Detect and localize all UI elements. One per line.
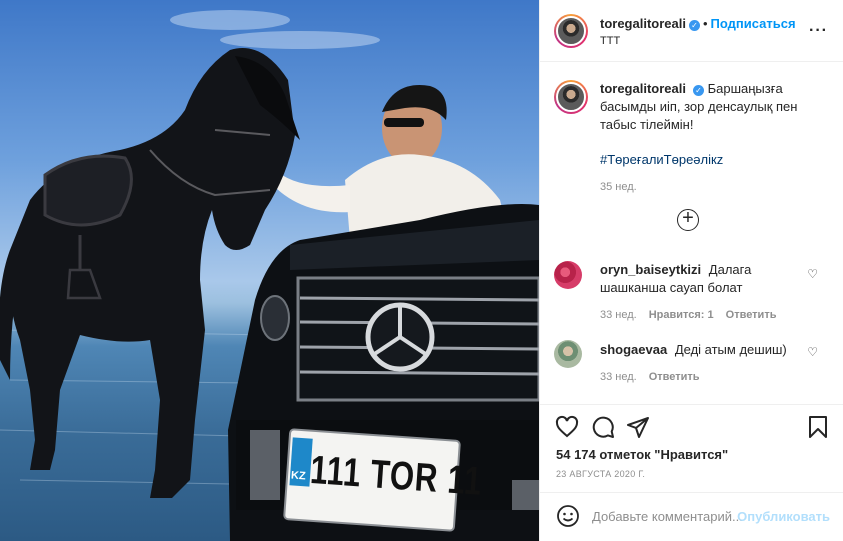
heart-icon[interactable]: [555, 415, 579, 439]
caption-username[interactable]: toregalitoreali: [600, 81, 686, 96]
caption-hashtag[interactable]: #ТөреғалиТөреәлікz: [600, 152, 820, 167]
verified-icon: ✓: [692, 85, 704, 96]
author-username[interactable]: toregalitoreali: [600, 16, 686, 31]
bookmark-icon[interactable]: [806, 415, 830, 439]
caption: toregalitoreali ✓ Баршаңызға басымды иіп,…: [600, 80, 820, 193]
post-actions: 54 174 отметок "Нравится" 23 АВГУСТА 202…: [540, 404, 843, 496]
comment-avatar[interactable]: [554, 261, 582, 289]
author-line: toregalitoreali ✓ • Подписаться: [600, 15, 796, 33]
separator-dot: •: [702, 16, 708, 31]
caption-time[interactable]: 35 нед.: [600, 181, 820, 193]
post-header: toregalitoreali ✓ • Подписаться TTT ···: [540, 0, 843, 62]
comment-likes[interactable]: Нравится: 1: [649, 309, 714, 321]
add-comment-bar: Добавьте комментарий... Опубликовать: [540, 492, 843, 541]
share-icon[interactable]: [626, 415, 650, 439]
comment-username[interactable]: shogaevaa: [600, 342, 667, 357]
comment-icon[interactable]: [591, 415, 615, 439]
emoji-icon[interactable]: [556, 504, 580, 528]
comment-time[interactable]: 33 нед.: [600, 371, 637, 383]
publish-button[interactable]: Опубликовать: [737, 509, 830, 524]
comment-avatar[interactable]: [554, 340, 582, 368]
comment-meta: 33 нед. Ответить: [600, 371, 800, 383]
verified-icon: ✓: [688, 20, 700, 31]
comment-text: Деді атым дешиш): [674, 342, 787, 357]
post-photo[interactable]: 111 TOR 11 KZ: [0, 0, 539, 541]
license-plate-region: KZ: [290, 469, 307, 483]
comments-section: toregalitoreali ✓ Баршаңызға басымды иіп,…: [540, 62, 843, 404]
comment-username[interactable]: oryn_baiseytkizi: [600, 262, 701, 277]
comment-item: shogaevaa Деді атым дешиш) 33 нед. Ответи…: [600, 341, 800, 383]
post-sidebar: toregalitoreali ✓ • Подписаться TTT ··· tor…: [539, 0, 843, 541]
comment-meta: 33 нед. Нравится: 1 Ответить: [600, 309, 800, 321]
instagram-post: 111 TOR 11 KZ toregalitoreali ✓ • Подписать…: [0, 0, 843, 541]
likes-count[interactable]: 54 174 отметок "Нравится": [556, 447, 728, 462]
plus-circle-icon[interactable]: +: [677, 208, 699, 231]
post-date[interactable]: 23 АВГУСТА 2020 Г.: [556, 469, 645, 479]
comment-input[interactable]: Добавьте комментарий...: [592, 509, 743, 524]
more-options-icon[interactable]: ···: [809, 22, 828, 40]
heart-icon[interactable]: ♡: [807, 267, 818, 281]
caption-avatar[interactable]: [554, 80, 588, 114]
post-location[interactable]: TTT: [600, 35, 620, 47]
author-avatar[interactable]: [554, 14, 588, 48]
reply-button[interactable]: Ответить: [649, 371, 700, 383]
comment-time[interactable]: 33 нед.: [600, 309, 637, 321]
heart-icon[interactable]: ♡: [807, 345, 818, 359]
follow-button[interactable]: Подписаться: [711, 16, 796, 31]
reply-button[interactable]: Ответить: [726, 309, 777, 321]
comment-item: oryn_baiseytkizi Далага шашканша сауап б…: [600, 261, 800, 321]
